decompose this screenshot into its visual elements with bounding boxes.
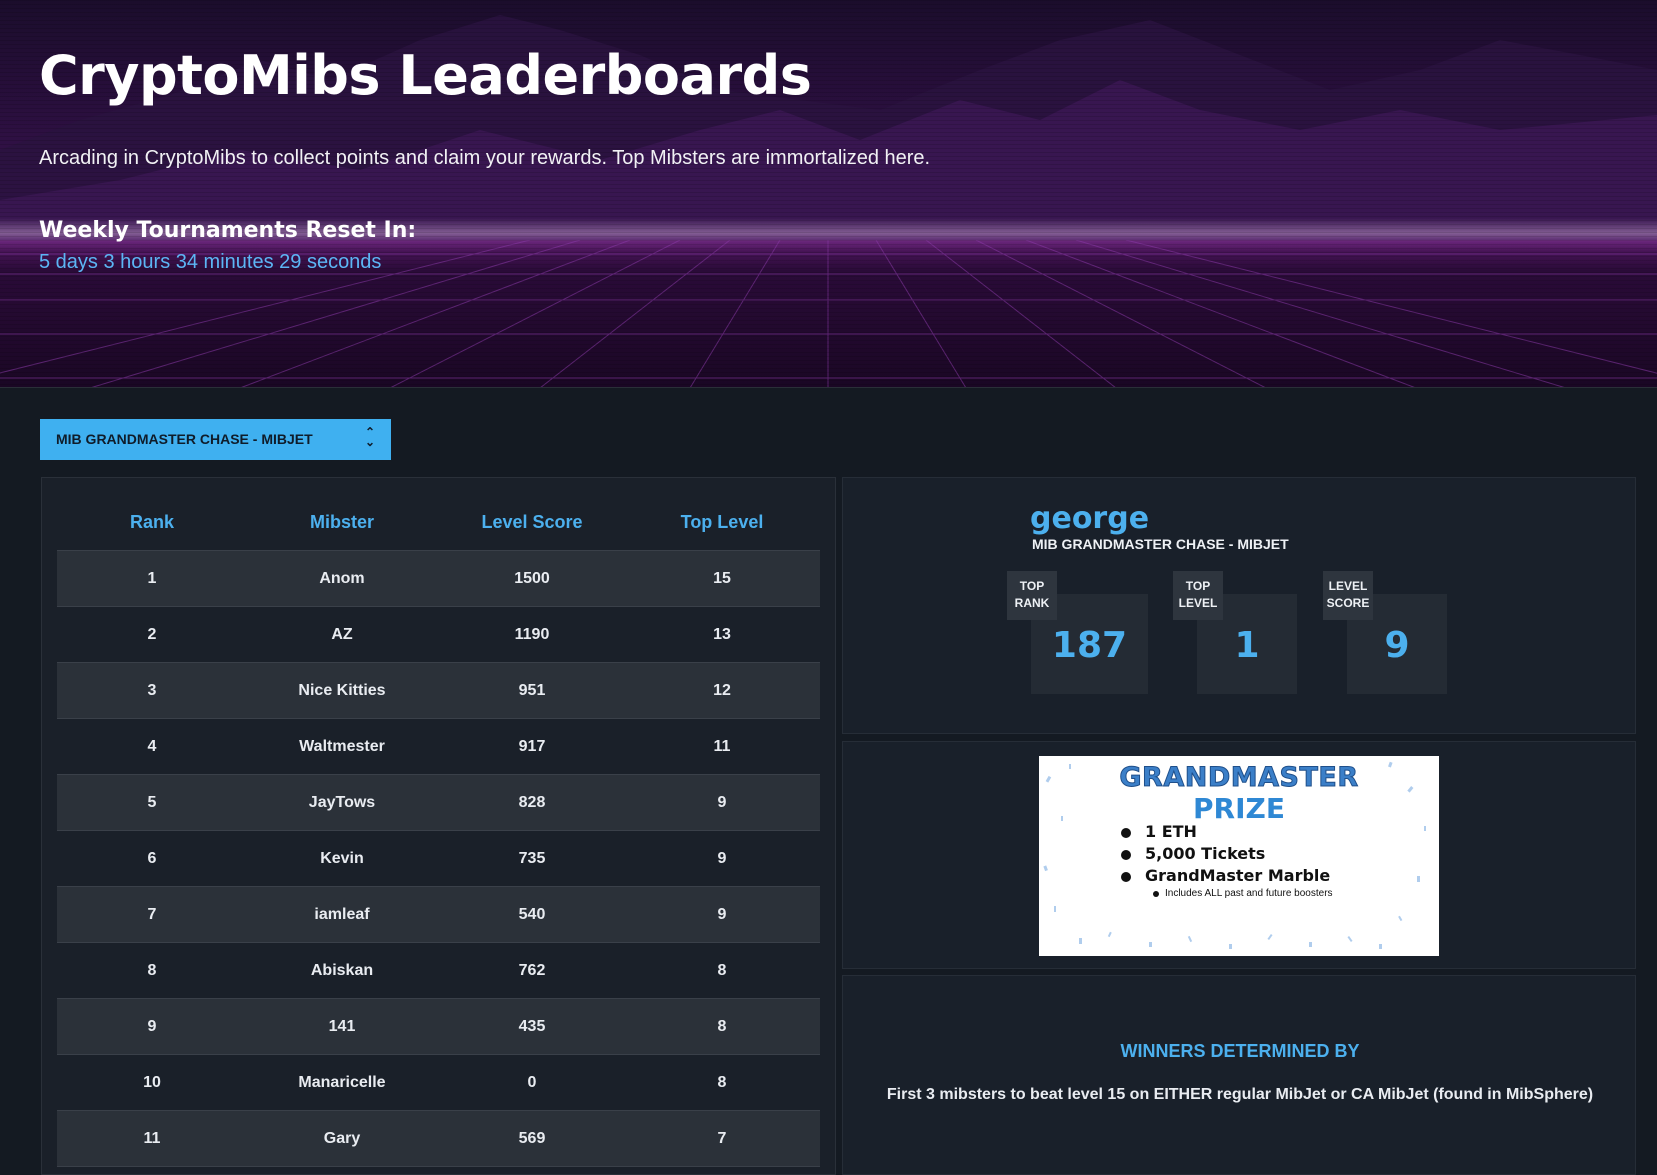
cell-level-score: 435 <box>518 1018 546 1035</box>
cell-rank: 10 <box>143 1074 161 1091</box>
prize-title-line2: PRIZE <box>1193 792 1285 825</box>
table-row[interactable]: 5 JayTows 828 9 <box>57 774 820 830</box>
table-row[interactable]: 2 AZ 1190 13 <box>57 606 820 662</box>
table-row[interactable]: 6 Kevin 735 9 <box>57 830 820 886</box>
table-row[interactable]: 10 Manaricelle 0 8 <box>57 1054 820 1110</box>
cell-top-level: 9 <box>717 850 727 867</box>
tournament-select[interactable]: MIB GRANDMASTER CHASE - MIBJET ⌃ ⌄ <box>40 419 391 460</box>
stat-top-rank-value: 187 <box>1051 625 1128 666</box>
cell-level-score: 569 <box>518 1130 546 1147</box>
cell-top-level: 9 <box>717 906 727 923</box>
cell-mibster: Gary <box>323 1130 361 1147</box>
cell-level-score: 762 <box>518 962 546 979</box>
chevron-up-down-icon: ⌃ ⌄ <box>364 425 375 449</box>
cell-top-level: 9 <box>717 794 727 811</box>
reset-countdown: 5 days 3 hours 34 minutes 29 seconds <box>39 251 382 273</box>
cell-mibster: Abiskan <box>310 962 374 979</box>
stat-level-score-tag: LEVEL SCORE <box>1323 571 1373 620</box>
stat-tag-line: SCORE <box>1326 596 1370 610</box>
cell-rank: 1 <box>147 570 157 587</box>
stat-tag-line: TOP <box>1019 579 1045 593</box>
cell-top-level: 13 <box>713 626 731 643</box>
cell-mibster: 141 <box>328 1018 356 1035</box>
stat-tag-line: RANK <box>1014 596 1050 610</box>
player-tournament: MIB GRANDMASTER CHASE - MIBJET <box>1032 536 1289 552</box>
cell-rank: 7 <box>147 906 157 923</box>
cell-mibster: Nice Kitties <box>298 682 386 699</box>
cell-top-level: 7 <box>717 1130 727 1147</box>
cell-top-level: 8 <box>717 962 727 979</box>
stat-tag-line: LEVEL <box>1328 579 1368 593</box>
cell-mibster: AZ <box>331 626 353 643</box>
table-row[interactable]: 4 Waltmester 917 11 <box>57 718 820 774</box>
prize-title-line1: GRANDMASTER <box>1119 762 1359 794</box>
cell-mibster: Kevin <box>320 850 364 867</box>
prize-image: GRANDMASTER PRIZE 1 ETH 5,000 Tickets Gr… <box>1039 756 1439 956</box>
cell-rank: 11 <box>143 1130 161 1147</box>
cell-rank: 5 <box>147 794 157 811</box>
prize-item: 1 ETH <box>1119 822 1333 844</box>
cell-level-score: 1190 <box>514 626 550 643</box>
cell-top-level: 8 <box>717 1074 727 1091</box>
mountain-backdrop <box>0 15 1657 240</box>
cell-mibster: iamleaf <box>314 906 370 923</box>
prize-panel: GRANDMASTER PRIZE 1 ETH 5,000 Tickets Gr… <box>842 741 1636 969</box>
winners-panel: WINNERS DETERMINED BY First 3 mibsters t… <box>842 975 1636 1175</box>
player-username: george <box>1030 501 1150 536</box>
player-profile-panel: george MIB GRANDMASTER CHASE - MIBJET 18… <box>842 477 1636 734</box>
cell-top-level: 15 <box>713 570 731 587</box>
cell-top-level: 8 <box>717 1018 727 1035</box>
cell-mibster: Manaricelle <box>298 1074 386 1091</box>
cell-top-level: 11 <box>713 738 731 755</box>
column-header-rank[interactable]: Rank <box>57 512 247 533</box>
prize-list: 1 ETH 5,000 Tickets GrandMaster Marble I… <box>1119 822 1333 902</box>
table-row[interactable]: 8 Abiskan 762 8 <box>57 942 820 998</box>
prize-item: 5,000 Tickets <box>1119 844 1333 866</box>
cell-mibster: JayTows <box>308 794 376 811</box>
cell-top-level: 12 <box>713 682 731 699</box>
column-header-top-level[interactable]: Top Level <box>627 512 817 533</box>
hero-banner: CryptoMibs Leaderboards Arcading in Cryp… <box>0 0 1657 388</box>
column-header-mibster[interactable]: Mibster <box>247 512 437 533</box>
winners-criteria: First 3 mibsters to beat level 15 on EIT… <box>886 1086 1594 1103</box>
table-body: 1 Anom 1500 15 2 AZ 1190 13 3 Nice Kitti… <box>57 550 820 1175</box>
cell-rank: 6 <box>147 850 157 867</box>
table-row[interactable]: 7 iamleaf 540 9 <box>57 886 820 942</box>
prize-note: Includes ALL past and future boosters <box>1119 888 1333 902</box>
cell-rank: 3 <box>147 682 157 699</box>
stat-tag-line: LEVEL <box>1178 596 1218 610</box>
cell-level-score: 917 <box>518 738 546 755</box>
cell-level-score: 951 <box>518 682 546 699</box>
reset-label: Weekly Tournaments Reset In: <box>39 218 417 243</box>
cell-rank: 9 <box>147 1018 157 1035</box>
cell-level-score: 828 <box>518 794 546 811</box>
cell-rank: 2 <box>147 626 157 643</box>
cell-rank: 8 <box>147 962 157 979</box>
column-header-level-score[interactable]: Level Score <box>437 512 627 533</box>
page-description: Arcading in CryptoMibs to collect points… <box>39 147 931 169</box>
page-title: CryptoMibs Leaderboards <box>39 44 812 107</box>
cell-rank: 4 <box>147 738 157 755</box>
tournament-select-value: MIB GRANDMASTER CHASE - MIBJET <box>56 431 313 447</box>
cell-mibster: Waltmester <box>299 738 385 755</box>
cell-level-score: 735 <box>518 850 546 867</box>
stat-tag-line: TOP <box>1185 579 1211 593</box>
stat-level-score-value: 9 <box>1384 625 1410 666</box>
stat-top-level-value: 1 <box>1234 625 1260 666</box>
table-row[interactable]: 9 141 435 8 <box>57 998 820 1054</box>
table-row[interactable]: 12 <box>57 1166 820 1175</box>
prize-item: GrandMaster Marble <box>1119 866 1333 888</box>
leaderboard-table: Rank Mibster Level Score Top Level 1 Ano… <box>41 477 836 1175</box>
stat-top-level-tag: TOP LEVEL <box>1173 571 1223 620</box>
cell-level-score: 540 <box>518 906 546 923</box>
cell-level-score: 1500 <box>514 570 550 587</box>
table-row[interactable]: 1 Anom 1500 15 <box>57 550 820 606</box>
cell-mibster: Anom <box>319 570 365 587</box>
table-header: Rank Mibster Level Score Top Level <box>57 478 820 550</box>
cell-level-score: 0 <box>527 1074 537 1091</box>
table-row[interactable]: 3 Nice Kitties 951 12 <box>57 662 820 718</box>
winners-title: WINNERS DETERMINED BY <box>1120 1041 1360 1061</box>
table-row[interactable]: 11 Gary 569 7 <box>57 1110 820 1166</box>
stat-top-rank-tag: TOP RANK <box>1007 571 1057 620</box>
